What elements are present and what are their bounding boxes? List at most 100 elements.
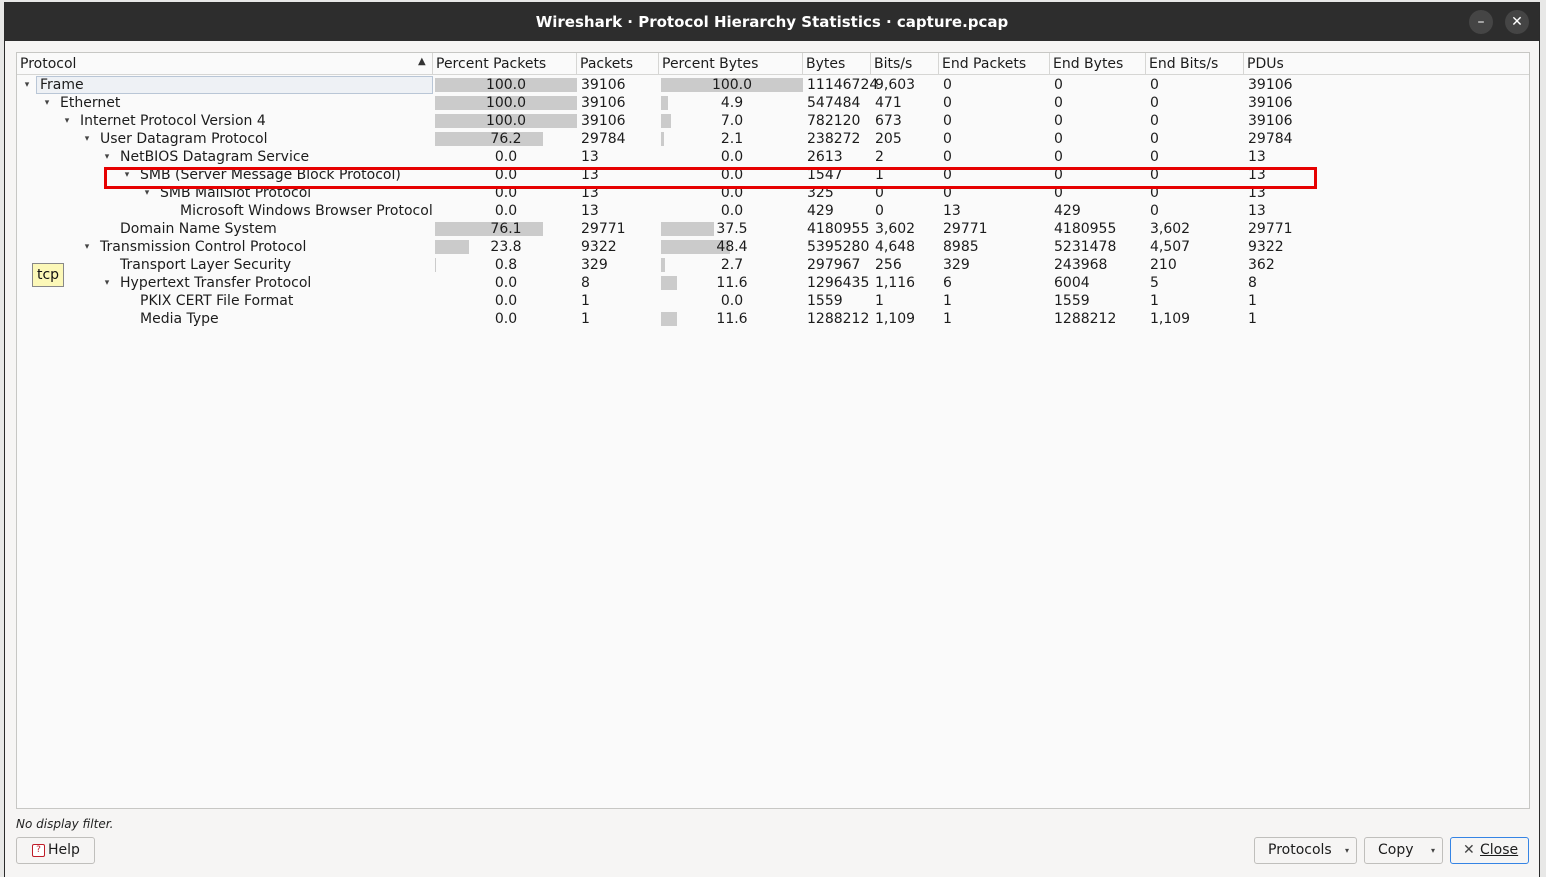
end-bits-per-second: 0	[1150, 203, 1159, 219]
end-bytes: 4180955	[1054, 221, 1117, 237]
expand-arrow-icon[interactable]: ▾	[82, 130, 92, 148]
end-bits-per-second: 0	[1150, 149, 1159, 165]
help-icon: ?	[32, 844, 45, 857]
percent-bytes: 48.4	[716, 239, 748, 255]
percent-bytes: 0.0	[720, 185, 744, 201]
end-packets: 6	[943, 275, 952, 291]
table-row[interactable]: ▾ User Datagram Protocol 76.2 29784 2.1 23827…	[17, 130, 1529, 148]
percent-packets: 0.0	[494, 149, 518, 165]
column-header-end-packets[interactable]: End Packets	[939, 53, 1050, 74]
table-row[interactable]: Microsoft Windows Browser Protocol 0.0 13 0…	[17, 202, 1529, 220]
column-header-bytes[interactable]: Bytes	[803, 53, 871, 74]
table-row[interactable]: PKIX CERT File Format 0.0 1 0.0 1559 1 1 1559 1 1	[17, 292, 1529, 310]
window-title: Wireshark · Protocol Hierarchy Statistic…	[535, 13, 1009, 31]
end-bytes: 5231478	[1054, 239, 1117, 255]
end-bytes: 0	[1054, 113, 1063, 129]
window-close-button[interactable]: ✕	[1505, 10, 1529, 34]
bits-per-second: 471	[875, 95, 902, 111]
column-header-pdus[interactable]: PDUs	[1244, 53, 1529, 74]
close-button[interactable]: ✕ Close	[1450, 837, 1529, 864]
table-row[interactable]: ▾ Transmission Control Protocol 23.8 9322 48…	[17, 238, 1529, 256]
table-row[interactable]: ▾ Hypertext Transfer Protocol 0.0 8 11.6 1296…	[17, 274, 1529, 292]
column-header-protocol[interactable]: Protocol	[17, 53, 433, 74]
protocol-name: Frame	[40, 77, 84, 93]
column-header-percent-packets[interactable]: Percent Packets	[433, 53, 577, 74]
table-row[interactable]: Media Type 0.0 1 11.6 1288212 1,109 1 1288212 1,…	[17, 310, 1529, 328]
end-bytes: 6004	[1054, 275, 1090, 291]
pdus: 8	[1248, 275, 1257, 291]
bytes: 1296435	[807, 275, 870, 291]
bytes: 782120	[807, 113, 861, 129]
bits-per-second: 3,602	[875, 221, 916, 237]
bits-per-second: 0	[875, 185, 884, 201]
column-header-bits-s[interactable]: Bits/s	[871, 53, 939, 74]
expand-arrow-icon[interactable]: ▾	[82, 238, 92, 256]
protocols-button[interactable]: Protocols ▾	[1254, 837, 1357, 864]
end-packets: 329	[943, 257, 970, 273]
column-header: Protocol ▲ Percent Packets Packets Perce…	[17, 53, 1529, 75]
table-row[interactable]: ▾ NetBIOS Datagram Service 0.0 13 0.0 2613 2 0 0…	[17, 148, 1529, 166]
expand-arrow-icon[interactable]: ▾	[22, 76, 32, 94]
percent-bytes: 11.6	[716, 275, 748, 291]
column-header-packets[interactable]: Packets	[577, 53, 659, 74]
bits-per-second: 1	[875, 167, 884, 183]
end-bytes: 0	[1054, 95, 1063, 111]
expand-arrow-icon[interactable]: ▾	[42, 94, 52, 112]
pdus: 13	[1248, 203, 1266, 219]
expand-arrow-icon[interactable]: ▾	[62, 112, 72, 130]
bits-per-second: 205	[875, 131, 902, 147]
table-row[interactable]: ▾ Internet Protocol Version 4 100.0 39106 7.…	[17, 112, 1529, 130]
end-bits-per-second: 3,602	[1150, 221, 1191, 237]
packets: 39106	[581, 95, 626, 111]
packets: 1	[581, 293, 590, 309]
percent-bytes: 4.9	[720, 95, 744, 111]
percent-bytes: 0.0	[720, 293, 744, 309]
bits-per-second: 256	[875, 257, 902, 273]
table-row[interactable]: ▾ SMB MailSlot Protocol 0.0 13 0.0 325 0 0 0 0 13	[17, 184, 1529, 202]
column-header-percent-bytes[interactable]: Percent Bytes	[659, 53, 803, 74]
percent-packets: 100.0	[485, 113, 527, 129]
pdus: 13	[1248, 167, 1266, 183]
expand-arrow-icon[interactable]: ▾	[102, 148, 112, 166]
packets: 9322	[581, 239, 617, 255]
bits-per-second: 673	[875, 113, 902, 129]
end-packets: 29771	[943, 221, 988, 237]
copy-button[interactable]: Copy ▾	[1364, 837, 1443, 864]
protocol-name: Transmission Control Protocol	[100, 239, 307, 255]
packets: 8	[581, 275, 590, 291]
protocol-tree[interactable]: Protocol ▲ Percent Packets Packets Perce…	[16, 52, 1530, 809]
bits-per-second: 0	[875, 203, 884, 219]
expand-arrow-icon[interactable]: ▾	[102, 274, 112, 292]
table-row[interactable]: ▾ Frame 100.0 39106 100.0 11146724 9,603 0 0 0 391…	[17, 76, 1529, 94]
bytes: 238272	[807, 131, 861, 147]
bits-per-second: 1,116	[875, 275, 916, 291]
close-button-label: Close	[1480, 842, 1519, 858]
expand-arrow-icon[interactable]: ▾	[122, 166, 132, 184]
end-bits-per-second: 0	[1150, 77, 1159, 93]
help-button-label: Help	[48, 842, 80, 858]
table-row[interactable]: ▾ SMB (Server Message Block Protocol) 0.0 1…	[17, 166, 1529, 184]
packets: 39106	[581, 113, 626, 129]
tooltip: tcp	[32, 263, 65, 287]
end-packets: 8985	[943, 239, 979, 255]
end-packets: 0	[943, 185, 952, 201]
title-bar[interactable]: Wireshark · Protocol Hierarchy Statistic…	[5, 3, 1539, 41]
protocol-hierarchy-window: Wireshark · Protocol Hierarchy Statistic…	[4, 2, 1540, 877]
table-row[interactable]: Transport Layer Security 0.8 329 2.7 297967 2…	[17, 256, 1529, 274]
percent-packets: 23.8	[490, 239, 522, 255]
expand-arrow-icon[interactable]: ▾	[142, 184, 152, 202]
table-row[interactable]: Domain Name System 76.1 29771 37.5 4180955 3,…	[17, 220, 1529, 238]
column-header-end-bits-s[interactable]: End Bits/s	[1146, 53, 1244, 74]
column-header-end-bytes[interactable]: End Bytes	[1050, 53, 1146, 74]
table-row[interactable]: ▾ Ethernet 100.0 39106 4.9 547484 471 0 0 0 39106	[17, 94, 1529, 112]
help-button[interactable]: ? Help	[16, 837, 95, 864]
pdus: 39106	[1248, 95, 1293, 111]
packets: 13	[581, 167, 599, 183]
end-bytes: 0	[1054, 131, 1063, 147]
bytes: 547484	[807, 95, 861, 111]
sort-ascending-icon: ▲	[418, 56, 426, 67]
protocol-name: Internet Protocol Version 4	[80, 113, 266, 129]
end-packets: 1	[943, 293, 952, 309]
bits-per-second: 2	[875, 149, 884, 165]
minimize-button[interactable]: –	[1469, 10, 1493, 34]
